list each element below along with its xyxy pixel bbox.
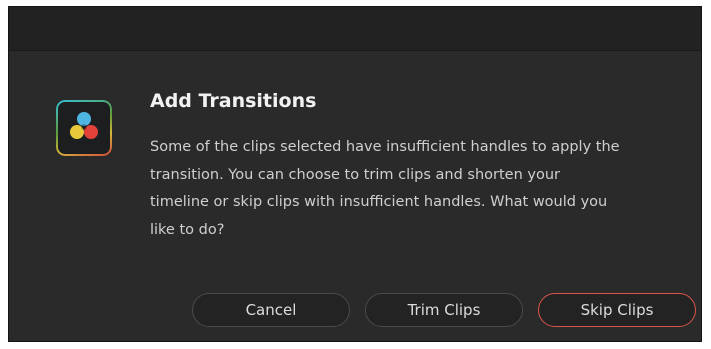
trim-clips-button[interactable]: Trim Clips bbox=[365, 293, 523, 327]
cancel-button[interactable]: Cancel bbox=[192, 293, 350, 327]
dialog-title-bar bbox=[9, 7, 701, 51]
add-transitions-dialog: Add Transitions Some of the clips select… bbox=[8, 6, 702, 342]
dialog-title: Add Transitions bbox=[150, 90, 317, 112]
dialog-message: Some of the clips selected have insuffic… bbox=[150, 139, 620, 238]
davinci-resolve-app-icon bbox=[56, 100, 112, 156]
app-icon-glyph bbox=[70, 112, 98, 139]
skip-clips-button[interactable]: Skip Clips bbox=[538, 293, 696, 327]
